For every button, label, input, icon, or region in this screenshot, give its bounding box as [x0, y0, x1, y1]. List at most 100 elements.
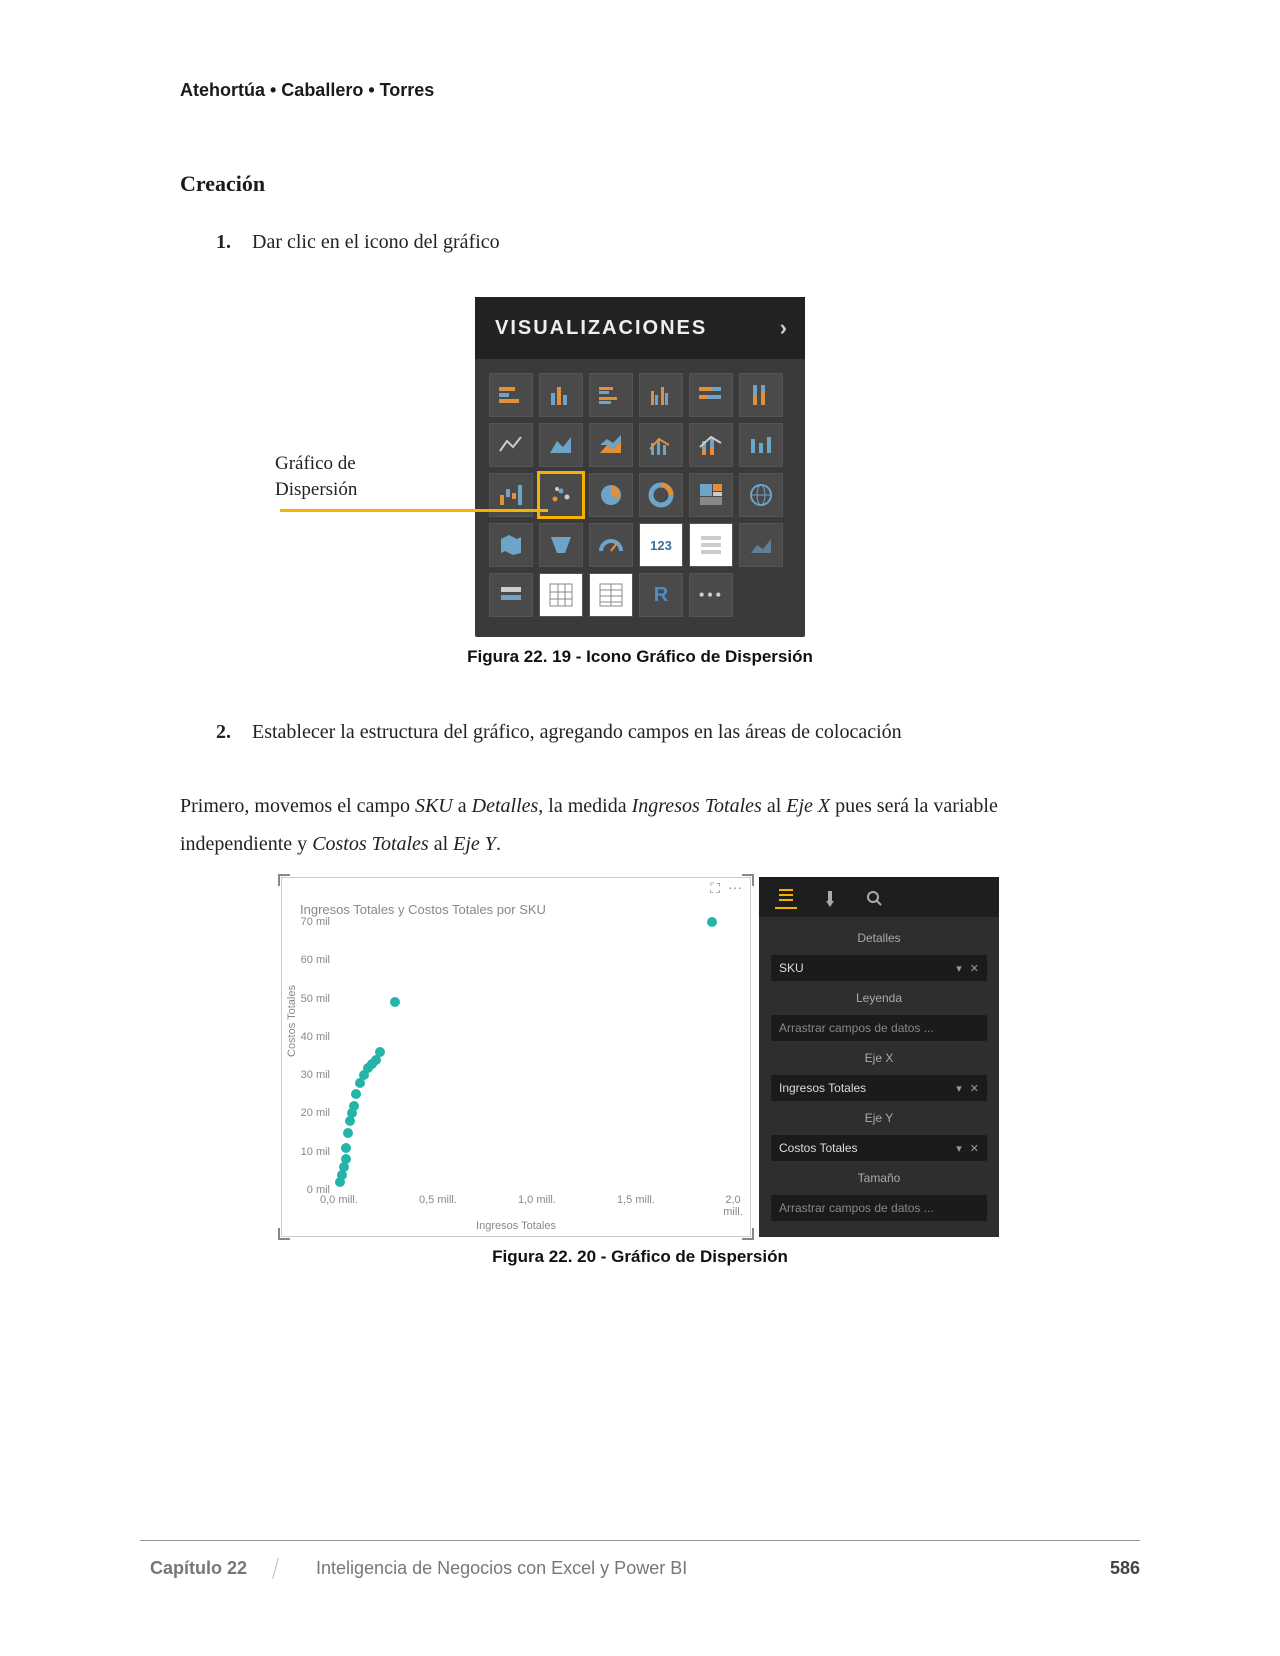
filled-map-chart-icon[interactable] — [489, 523, 533, 567]
step-1-text: Dar clic en el icono del gráfico — [252, 227, 500, 257]
scatter-point — [349, 1101, 359, 1111]
field-well-ingresos[interactable]: Ingresos Totales ▾ ✕ — [771, 1075, 987, 1101]
dropdown-icon[interactable]: ▾ — [956, 1082, 962, 1095]
para-frag: Primero, movemos el campo — [180, 795, 415, 817]
footer-chapter: Capítulo 22 — [137, 1558, 279, 1579]
resize-handle-br[interactable] — [742, 1228, 754, 1240]
treemap-chart-icon[interactable] — [689, 473, 733, 517]
figure-22-19: Gráfico de Dispersión VISUALIZACIONES › — [360, 297, 920, 667]
fields-panel: Detalles SKU ▾✕ Leyenda Arrastrar campos… — [759, 877, 999, 1237]
more-visuals-icon[interactable]: ••• — [689, 573, 733, 617]
remove-field-icon[interactable]: ✕ — [970, 1142, 979, 1155]
field-well-costos[interactable]: Costos Totales ▾✕ — [771, 1135, 987, 1161]
map-chart-icon[interactable] — [739, 473, 783, 517]
section-heading: Creación — [180, 171, 1100, 197]
dropdown-icon[interactable]: ▾ — [956, 962, 962, 975]
para-em-costos: Costos Totales — [312, 833, 429, 855]
line-clustered-column-chart-icon[interactable] — [639, 423, 683, 467]
para-frag: al — [429, 833, 453, 855]
stacked-bar-100-chart-icon[interactable] — [689, 373, 733, 417]
pie-chart-icon[interactable] — [589, 473, 633, 517]
chevron-right-icon[interactable]: › — [780, 315, 789, 341]
step-1-number: 1. — [216, 227, 238, 257]
format-tab-icon[interactable] — [819, 887, 841, 909]
callout-line2: Dispersión — [275, 479, 357, 500]
figure-22-20-caption: Figura 22. 20 - Gráfico de Dispersión — [180, 1247, 1100, 1267]
kpi-chart-icon[interactable] — [739, 523, 783, 567]
para-frag: , la medida — [538, 795, 631, 817]
ribbon-chart-icon[interactable] — [739, 423, 783, 467]
stacked-column-100-chart-icon[interactable] — [739, 373, 783, 417]
plot-area — [336, 922, 732, 1190]
r-script-visual-icon[interactable]: R — [639, 573, 683, 617]
x-tick: 0,5 mill. — [419, 1194, 457, 1206]
authors-line: Atehortúa • Caballero • Torres — [180, 80, 1100, 101]
remove-field-icon[interactable]: ✕ — [970, 962, 979, 975]
donut-chart-icon[interactable] — [639, 473, 683, 517]
column-chart-icon[interactable] — [539, 373, 583, 417]
y-tick: 70 mil — [301, 916, 330, 928]
line-chart-icon[interactable] — [489, 423, 533, 467]
scatter-point — [707, 917, 717, 927]
y-axis-label: Costos Totales — [286, 985, 298, 1057]
fields-tab-icon[interactable] — [775, 887, 797, 909]
field-label-leyenda: Leyenda — [771, 987, 987, 1009]
field-well-sku[interactable]: SKU ▾✕ — [771, 955, 987, 981]
x-tick: 0,0 mill. — [320, 1194, 358, 1206]
footer-page-number: 586 — [1110, 1558, 1140, 1579]
card-chart-icon[interactable]: 123 — [639, 523, 683, 567]
scatter-point — [343, 1128, 353, 1138]
scatter-title: Ingresos Totales y Costos Totales por SK… — [282, 878, 750, 917]
funnel-chart-icon[interactable] — [539, 523, 583, 567]
field-label-ejex: Eje X — [771, 1047, 987, 1069]
clustered-column-chart-icon[interactable] — [639, 373, 683, 417]
scatter-chart-card[interactable]: ⛶ ··· Ingresos Totales y Costos Totales … — [281, 877, 751, 1237]
resize-handle-bl[interactable] — [278, 1228, 290, 1240]
field-well-leyenda-placeholder[interactable]: Arrastrar campos de datos ... — [771, 1015, 987, 1041]
table-chart-icon[interactable] — [539, 573, 583, 617]
line-stacked-column-chart-icon[interactable] — [689, 423, 733, 467]
visualizations-panel: VISUALIZACIONES › — [475, 297, 805, 637]
step-2-number: 2. — [216, 717, 238, 747]
callout-label: Gráfico de Dispersión — [275, 451, 445, 502]
dropdown-icon[interactable]: ▾ — [956, 1142, 962, 1155]
scatter-point — [341, 1154, 351, 1164]
para-frag: al — [762, 795, 786, 817]
scatter-point — [341, 1143, 351, 1153]
footer-title: Inteligencia de Negocios con Excel y Pow… — [276, 1558, 1110, 1579]
body-paragraph: Primero, movemos el campo SKU a Detalles… — [180, 787, 1100, 863]
multi-row-card-chart-icon[interactable] — [689, 523, 733, 567]
callout-connector — [280, 509, 548, 512]
step-2-text: Establecer la estructura del gráfico, ag… — [252, 717, 902, 747]
stacked-area-chart-icon[interactable] — [589, 423, 633, 467]
field-label-ejey: Eje Y — [771, 1107, 987, 1129]
figure-22-19-caption: Figura 22. 19 - Icono Gráfico de Dispers… — [360, 647, 920, 667]
figure-22-20: ⛶ ··· Ingresos Totales y Costos Totales … — [180, 877, 1100, 1267]
clustered-bar-chart-icon[interactable] — [589, 373, 633, 417]
gauge-chart-icon[interactable] — [589, 523, 633, 567]
analytics-tab-icon[interactable] — [863, 887, 885, 909]
field-label-detalles: Detalles — [771, 927, 987, 949]
field-well-ingresos-text: Ingresos Totales — [779, 1081, 866, 1095]
visualizations-header: VISUALIZACIONES › — [475, 297, 805, 359]
slicer-icon[interactable] — [489, 573, 533, 617]
focus-mode-icon[interactable]: ⛶ — [710, 882, 720, 898]
stacked-bar-chart-icon[interactable] — [489, 373, 533, 417]
para-em-ejey: Eje Y — [453, 833, 496, 855]
matrix-chart-icon[interactable] — [589, 573, 633, 617]
area-chart-icon[interactable] — [539, 423, 583, 467]
field-well-tamano-placeholder[interactable]: Arrastrar campos de datos ... — [771, 1195, 987, 1221]
x-tick: 1,0 mill. — [518, 1194, 556, 1206]
resize-handle-tr[interactable] — [742, 874, 754, 886]
resize-handle-tl[interactable] — [278, 874, 290, 886]
field-label-tamano: Tamaño — [771, 1167, 987, 1189]
visual-toolbar: ⛶ ··· — [710, 882, 742, 898]
callout-line1: Gráfico de — [275, 453, 356, 474]
y-tick: 40 mil — [301, 1031, 330, 1043]
para-em-sku: SKU — [415, 795, 453, 817]
page-footer: Capítulo 22 Inteligencia de Negocios con… — [140, 1540, 1140, 1596]
remove-field-icon[interactable]: ✕ — [970, 1082, 979, 1095]
step-1: 1. Dar clic en el icono del gráfico — [216, 227, 1100, 257]
para-em-detalles: Detalles — [472, 795, 539, 817]
more-options-icon[interactable]: ··· — [728, 882, 742, 898]
